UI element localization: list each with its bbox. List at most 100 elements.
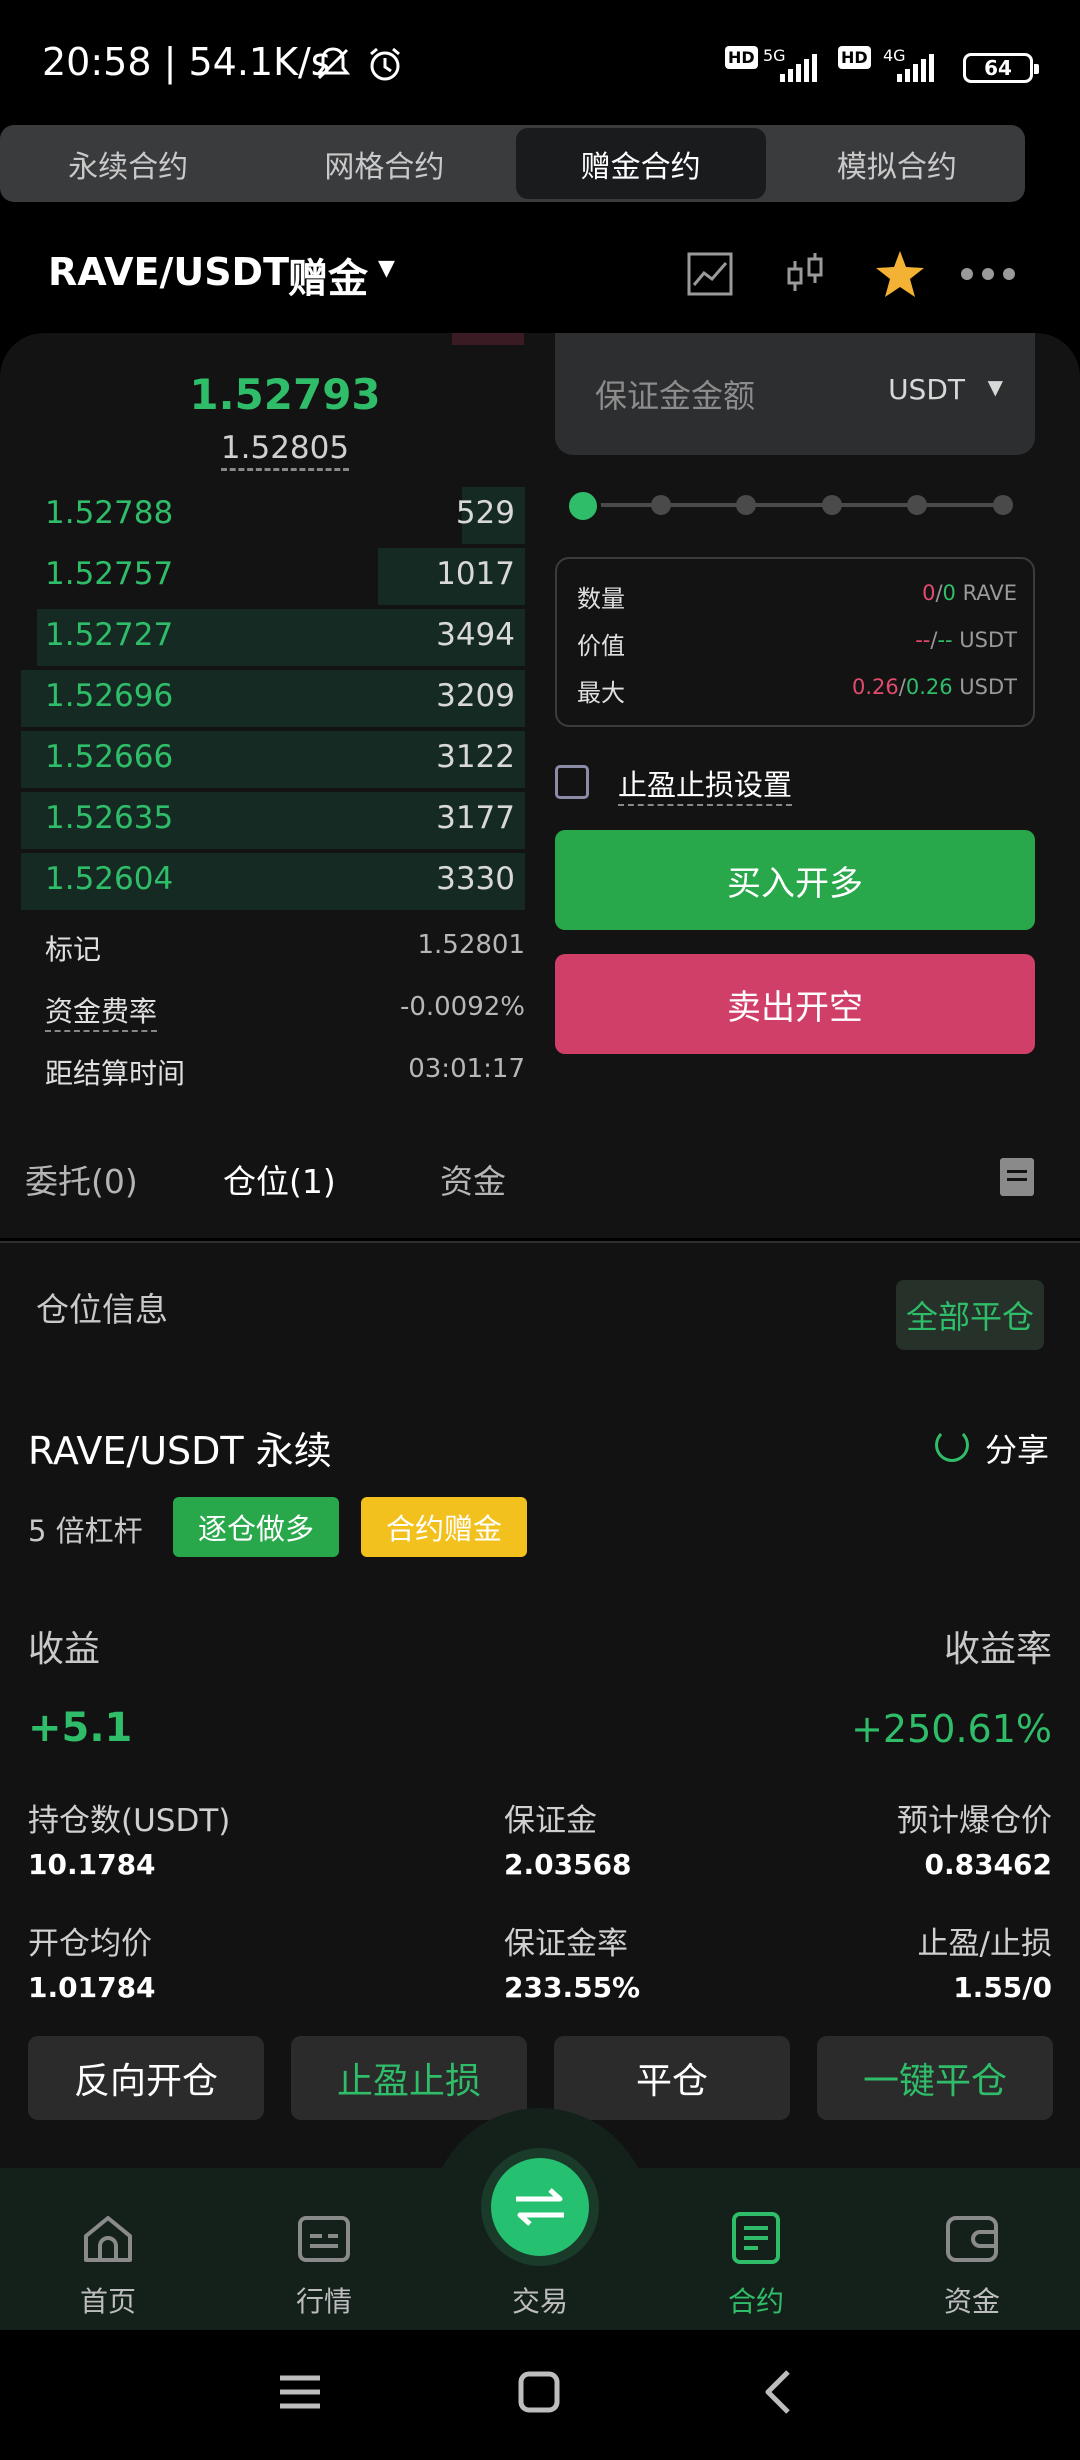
funding-rate-value: -0.0092% (399, 992, 525, 1022)
bid-price: 1.52788 (45, 495, 174, 531)
nav-funds-label: 资金 (943, 2285, 1000, 2318)
bid-price: 1.52635 (45, 800, 174, 836)
margin-placeholder: 保证金金额 (595, 377, 756, 415)
tpsl-button[interactable]: 止盈止损 (291, 2036, 527, 2120)
nav-funds[interactable]: 资金 (902, 2200, 1042, 2330)
slider-step[interactable] (907, 495, 927, 515)
bid-quantity: 3494 (436, 617, 515, 653)
orderbook-row[interactable]: 1.52696 3209 (0, 668, 530, 729)
close-all-button[interactable]: 全部平仓 (896, 1280, 1044, 1350)
pair-selector[interactable]: RAVE/USDT (48, 250, 289, 294)
last-price: 1.52793 (189, 370, 381, 419)
tab-perpetual[interactable]: 永续合约 (3, 128, 253, 199)
nav-market-label: 行情 (295, 2285, 352, 2318)
sell-short-button[interactable]: 卖出开空 (555, 954, 1035, 1054)
slider-step[interactable] (736, 495, 756, 515)
signal-icon-2 (897, 52, 934, 82)
size-value: 10.1784 (28, 1848, 156, 1881)
index-price[interactable]: 1.52805 (0, 430, 570, 471)
value-row: 价值 --/-- USDT (577, 618, 1017, 660)
leverage-label: 5 倍杠杆 (28, 1514, 143, 1548)
settlement-label: 距结算时间 (45, 1057, 186, 1090)
quantity-label: 数量 (577, 585, 625, 613)
orderbook-row[interactable]: 1.52757 1017 (0, 546, 530, 607)
menu-icon[interactable] (278, 2372, 322, 2412)
orderbook-row[interactable]: 1.52635 3177 (0, 790, 530, 851)
bid-price: 1.52757 (45, 556, 174, 592)
max-label: 最大 (577, 679, 625, 707)
bid-quantity: 3209 (436, 678, 515, 714)
slider-step[interactable] (651, 495, 671, 515)
nav-contract-label: 合约 (727, 2285, 784, 2318)
position-pair: RAVE/USDT 永续 (28, 1429, 332, 1473)
tpsl-value: 1.55/0 (953, 1971, 1052, 2004)
margin-slider[interactable] (565, 488, 1020, 524)
margin-unit-select[interactable]: USDT (888, 373, 965, 406)
orderbook-row[interactable]: 1.52788 529 (0, 485, 530, 546)
one-click-close-button[interactable]: 一键平仓 (817, 2036, 1053, 2120)
bid-quantity: 3177 (436, 800, 515, 836)
hd-badge-1: HD (725, 46, 758, 84)
nav-home[interactable]: 首页 (38, 2200, 178, 2330)
more-icon[interactable] (958, 244, 1018, 304)
quantity-value: 0/0 RAVE (922, 581, 1017, 605)
mark-price-value: 1.52801 (417, 930, 525, 960)
pair-bonus-label[interactable]: 赠金 (288, 246, 368, 304)
star-icon[interactable] (870, 244, 930, 304)
tab-funds[interactable]: 资金 (440, 1155, 506, 1203)
roi-value: +250.61% (851, 1707, 1052, 1751)
value-label: 价值 (577, 632, 625, 660)
pnl-value: +5.1 (28, 1705, 133, 1751)
nav-trade[interactable]: 交易 (470, 2200, 610, 2330)
nav-home-label: 首页 (79, 2285, 136, 2318)
funding-rate-row: 资金费率 -0.0092% (45, 982, 525, 1032)
tpsl-settings-label[interactable]: 止盈止损设置 (618, 762, 793, 806)
tab-bonus[interactable]: 赠金合约 (515, 128, 766, 199)
system-nav-bar (0, 2330, 1080, 2460)
close-position-button[interactable]: 平仓 (554, 2036, 790, 2120)
nav-market[interactable]: 行情 (254, 2200, 394, 2330)
max-row: 最大 0.26/0.26 USDT (577, 665, 1017, 707)
tab-positions[interactable]: 仓位(1) (223, 1155, 336, 1203)
share-icon[interactable] (935, 1428, 969, 1462)
margin-label: 保证金 (504, 1803, 597, 1839)
funding-rate-label[interactable]: 资金费率 (45, 990, 158, 1032)
bid-quantity: 1017 (436, 556, 515, 592)
buy-long-button[interactable]: 买入开多 (555, 830, 1035, 930)
pair-header: RAVE/USDT 赠金 ▼ (0, 230, 1080, 310)
orderbook-row[interactable]: 1.52604 3330 (0, 851, 530, 912)
value-value: --/-- USDT (915, 628, 1017, 652)
list-icon[interactable] (1000, 1158, 1034, 1196)
margin-value: 2.03568 (504, 1848, 632, 1881)
margin-amount-input[interactable]: 保证金金额 USDT ▼ (555, 333, 1035, 455)
tab-orders[interactable]: 委托(0) (25, 1155, 138, 1203)
orderbook-row[interactable]: 1.52727 3494 (0, 607, 530, 668)
share-button[interactable]: 分享 (985, 1425, 1049, 1471)
isolated-long-badge: 逐仓做多 (173, 1497, 339, 1557)
orderbook-row[interactable]: 1.52666 3122 (0, 729, 530, 790)
margin-ratio-label: 保证金率 (504, 1926, 628, 1962)
chart-icon[interactable] (680, 244, 740, 304)
tpsl-checkbox[interactable] (555, 765, 589, 799)
back-icon[interactable] (760, 2368, 796, 2416)
contract-icon (732, 2212, 780, 2264)
reverse-position-button[interactable]: 反向开仓 (28, 2036, 264, 2120)
bid-price: 1.52727 (45, 617, 174, 653)
caret-down-icon[interactable]: ▼ (988, 375, 1003, 399)
slider-step[interactable] (993, 495, 1013, 515)
signal-icon-1 (780, 52, 817, 82)
home-square-icon[interactable] (517, 2370, 561, 2414)
tab-demo[interactable]: 模拟合约 (772, 128, 1022, 199)
slider-handle[interactable] (565, 488, 601, 524)
price-indicator-bar (452, 333, 524, 345)
slider-track (581, 503, 1009, 507)
chevron-down-icon[interactable]: ▼ (378, 256, 395, 281)
nav-contract[interactable]: 合约 (686, 2200, 826, 2330)
position-info-title: 仓位信息 (36, 1290, 168, 1329)
entry-price-value: 1.01784 (28, 1971, 156, 2004)
candlestick-icon[interactable] (775, 244, 835, 304)
quantity-row: 数量 0/0 RAVE (577, 571, 1017, 613)
slider-step[interactable] (822, 495, 842, 515)
tab-grid[interactable]: 网格合约 (259, 128, 509, 199)
mark-price-label: 标记 (45, 933, 102, 966)
